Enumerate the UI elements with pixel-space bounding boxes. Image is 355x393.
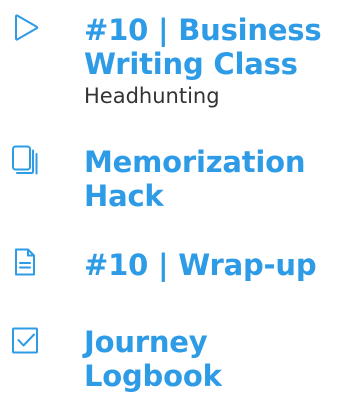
lesson-list: #10 | Business Writing Class Headhunting…: [0, 0, 355, 393]
checkbox-icon: [10, 325, 40, 355]
lesson-item-memorization-hack[interactable]: Memorization Hack: [0, 135, 355, 215]
play-outline-icon: [10, 13, 40, 43]
lesson-item-text: Memorization Hack: [84, 145, 352, 213]
lesson-item-business-writing-class[interactable]: #10 | Business Writing Class Headhunting: [0, 0, 355, 130]
lesson-title: #10 | Business Writing Class: [84, 13, 322, 81]
document-icon: [10, 247, 40, 277]
lesson-item-text: Journey Logbook: [84, 325, 352, 393]
flashcards-icon: [10, 145, 40, 175]
lesson-title: Memorization Hack: [84, 145, 306, 213]
lesson-item-journey-logbook[interactable]: Journey Logbook: [0, 310, 355, 393]
lesson-item-text: #10 | Wrap-up: [84, 248, 352, 282]
lesson-subtitle: Headhunting: [84, 84, 220, 108]
lesson-title: #10 | Wrap-up: [84, 248, 317, 282]
lesson-item-text: #10 | Business Writing Class Headhunting: [84, 13, 352, 110]
lesson-title: Journey Logbook: [84, 325, 222, 393]
lesson-item-wrap-up[interactable]: #10 | Wrap-up: [0, 240, 355, 290]
